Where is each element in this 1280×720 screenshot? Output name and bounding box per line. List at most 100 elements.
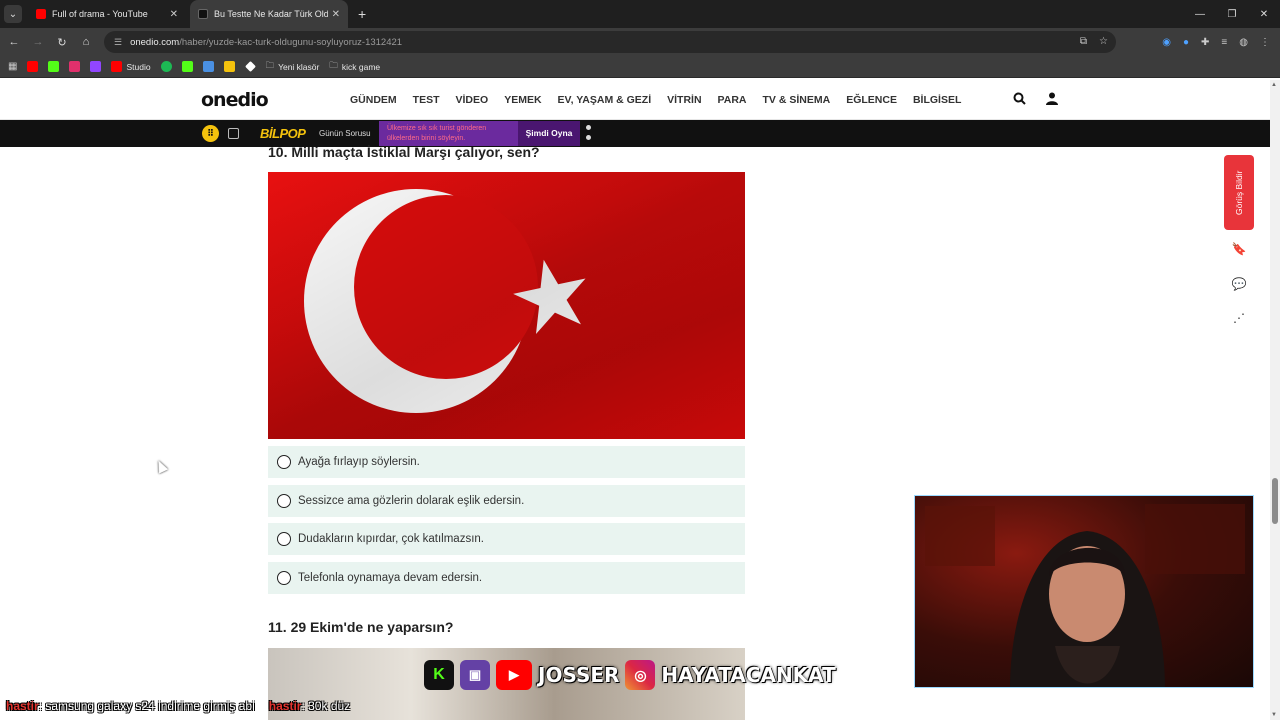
apps-grid-icon[interactable]: ▦ bbox=[8, 61, 17, 72]
nav-item[interactable]: EĞLENCE bbox=[846, 94, 897, 106]
game-icon[interactable]: ⠿ bbox=[202, 125, 219, 142]
promo-bar: ⠿ BİLPOP Günün Sorusu Ülkemize sık sık t… bbox=[0, 120, 1270, 147]
browser-toolbar: ← → ↻ ⌂ ☰ onedio.com/haber/yuzde-kac-tur… bbox=[0, 28, 1280, 56]
bookmark-star-icon[interactable]: ☆ bbox=[1099, 36, 1108, 47]
nav-item[interactable]: BİLGİSEL bbox=[913, 94, 961, 106]
new-tab-button[interactable]: + bbox=[358, 6, 366, 22]
url-host: onedio.com bbox=[130, 36, 180, 48]
answer-option[interactable]: Sessizce ama gözlerin dolarak eşlik eder… bbox=[268, 485, 745, 517]
nav-item[interactable]: VİTRİN bbox=[667, 94, 701, 106]
onedio-favicon-icon bbox=[198, 9, 208, 19]
extension-icon[interactable]: ● bbox=[1183, 37, 1189, 48]
home-icon[interactable]: ⌂ bbox=[74, 36, 98, 48]
bookmark-youtube[interactable] bbox=[27, 61, 39, 72]
tab-title: Full of drama - YouTube bbox=[52, 9, 148, 19]
forward-icon[interactable]: → bbox=[26, 36, 50, 48]
radio-button[interactable] bbox=[277, 571, 291, 585]
answer-label: Telefonla oynamaya devam edersin. bbox=[298, 572, 483, 584]
promo-label: Günün Sorusu bbox=[319, 129, 371, 138]
spotify-icon bbox=[160, 61, 172, 72]
feedback-button[interactable]: Görüş Bildir bbox=[1224, 155, 1254, 230]
bookmark-label: kick game bbox=[341, 61, 381, 72]
search-icon[interactable] bbox=[1013, 92, 1026, 105]
webcam-overlay bbox=[914, 495, 1254, 688]
close-window-icon[interactable]: ✕ bbox=[1248, 9, 1280, 20]
kick-icon bbox=[48, 61, 60, 72]
media-icon[interactable]: ≡ bbox=[1221, 37, 1227, 48]
diamond-icon bbox=[244, 61, 256, 72]
bookmark-twitch[interactable] bbox=[90, 61, 102, 72]
kick-icon bbox=[181, 61, 193, 72]
close-tab-icon[interactable]: ✕ bbox=[170, 9, 178, 20]
bookmark-label: Yeni klasör bbox=[278, 61, 320, 72]
answer-option[interactable]: Dudakların kıpırdar, çok katılmazsın. bbox=[268, 523, 745, 555]
tab-search-button[interactable]: ⌄ bbox=[4, 5, 22, 23]
share-icon[interactable]: ⋰ bbox=[1230, 311, 1248, 329]
twitch-icon: ▣ bbox=[460, 660, 490, 690]
tab-onedio[interactable]: Bu Testte Ne Kadar Türk Olduğ ✕ bbox=[190, 0, 348, 28]
nav-item[interactable]: TEST bbox=[413, 94, 440, 106]
instagram-handle: HAYATACANKAT bbox=[661, 663, 836, 687]
tab-youtube[interactable]: Full of drama - YouTube ✕ bbox=[28, 0, 186, 28]
bilpop-logo[interactable]: BİLPOP bbox=[260, 126, 306, 141]
instagram-icon: ◎ bbox=[625, 660, 656, 690]
answer-label: Sessizce ama gözlerin dolarak eşlik eder… bbox=[298, 495, 525, 507]
scroll-up-icon[interactable]: ▲ bbox=[1271, 82, 1277, 88]
address-bar[interactable]: ☰ onedio.com/haber/yuzde-kac-turk-oldugu… bbox=[104, 31, 1116, 53]
scroll-thumb[interactable] bbox=[1272, 478, 1278, 524]
streamer-silhouette-icon bbox=[925, 504, 1245, 687]
page-scrollbar[interactable]: ▲ ▼ bbox=[1270, 80, 1280, 720]
bookmark-label: Studio bbox=[126, 61, 151, 72]
nav-item[interactable]: YEMEK bbox=[504, 94, 541, 106]
chat-text: : samsung galaxy s24 indirime girmiş abi bbox=[38, 699, 255, 713]
reload-icon[interactable]: ↻ bbox=[50, 36, 74, 49]
bookmark-spotify[interactable] bbox=[160, 61, 172, 72]
chat-message: hastir: samsung galaxy s24 indirime girm… bbox=[6, 699, 255, 713]
nav-item[interactable]: VİDEO bbox=[456, 94, 489, 106]
radio-button[interactable] bbox=[277, 532, 291, 546]
menu-icon[interactable]: ⋮ bbox=[1260, 37, 1270, 48]
instagram-icon bbox=[69, 61, 81, 72]
back-icon[interactable]: ← bbox=[2, 36, 26, 48]
bookmark-add-icon[interactable]: 🔖 bbox=[1230, 242, 1248, 260]
nav-item[interactable]: GÜNDEM bbox=[350, 94, 397, 106]
bookmark-app-3[interactable] bbox=[244, 61, 256, 72]
install-app-icon[interactable]: ⧉ bbox=[1080, 36, 1087, 47]
bookmark-folder-yeni[interactable]: 🗀 Yeni klasör bbox=[266, 60, 320, 74]
play-now-button[interactable]: Şimdi Oyna bbox=[518, 121, 580, 146]
app-icon bbox=[202, 61, 214, 72]
answer-option[interactable]: Telefonla oynamaya devam edersin. bbox=[268, 562, 745, 594]
puzzle-icon[interactable]: ✚ bbox=[1201, 37, 1209, 48]
extensions-area: ◉ ● ✚ ≡ ◍ ⋮ bbox=[1162, 28, 1280, 56]
radio-button[interactable] bbox=[277, 494, 291, 508]
answer-option[interactable]: Ayağa fırlayıp söylersin. bbox=[268, 446, 745, 478]
nav-item[interactable]: TV & SİNEMA bbox=[763, 94, 831, 106]
scroll-down-icon[interactable]: ▼ bbox=[1271, 712, 1277, 718]
radio-button[interactable] bbox=[277, 455, 291, 469]
nav-item[interactable]: PARA bbox=[718, 94, 747, 106]
minimize-icon[interactable]: — bbox=[1184, 9, 1216, 20]
nav-item[interactable]: EV, YAŞAM & GEZİ bbox=[558, 94, 652, 106]
promo-question[interactable]: Ülkemize sık sık turist gönderen ülkeler… bbox=[379, 121, 518, 146]
comments-icon[interactable]: 💬 bbox=[1230, 277, 1248, 295]
site-logo[interactable]: onedio bbox=[201, 89, 269, 111]
site-info-icon[interactable]: ☰ bbox=[114, 37, 122, 48]
window-controls: — ❐ ✕ bbox=[1184, 0, 1280, 28]
bookmark-kick-2[interactable] bbox=[181, 61, 193, 72]
extension-icon[interactable]: ◉ bbox=[1162, 37, 1171, 48]
bookmark-app[interactable] bbox=[202, 61, 214, 72]
bookmark-folder-kick-game[interactable]: 🗀 kick game bbox=[329, 60, 380, 74]
promo-pager[interactable] bbox=[586, 125, 592, 145]
ticket-icon[interactable] bbox=[228, 128, 239, 139]
question-title: 10. Milli maçta İstiklal Marşı çalıyor, … bbox=[268, 144, 540, 160]
app-icon bbox=[223, 61, 235, 72]
profile-icon[interactable]: ◍ bbox=[1239, 37, 1248, 48]
bookmark-app-2[interactable] bbox=[223, 61, 235, 72]
bookmark-studio[interactable]: Studio bbox=[111, 61, 151, 72]
restore-icon[interactable]: ❐ bbox=[1216, 9, 1248, 20]
close-tab-icon[interactable]: ✕ bbox=[332, 9, 340, 20]
bookmark-kick[interactable] bbox=[48, 61, 60, 72]
user-icon[interactable] bbox=[1046, 92, 1058, 105]
bookmark-instagram[interactable] bbox=[69, 61, 81, 72]
youtube-icon: ▶ bbox=[496, 660, 532, 690]
